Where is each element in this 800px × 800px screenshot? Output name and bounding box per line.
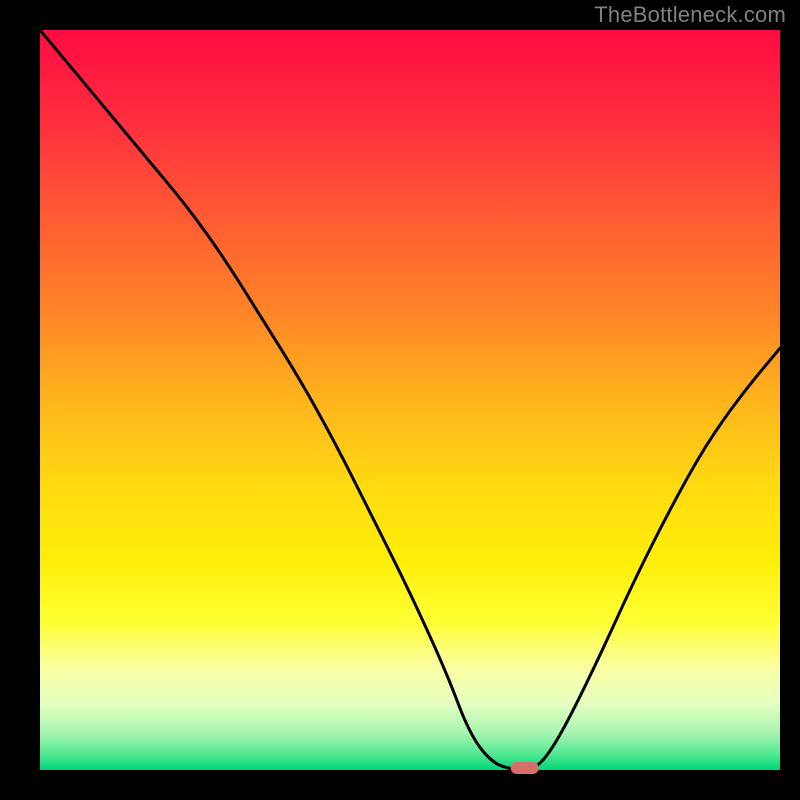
bottleneck-chart — [0, 0, 800, 800]
optimal-marker — [511, 762, 539, 774]
watermark-text: TheBottleneck.com — [594, 2, 786, 28]
plot-background — [40, 30, 780, 770]
chart-frame: TheBottleneck.com — [0, 0, 800, 800]
